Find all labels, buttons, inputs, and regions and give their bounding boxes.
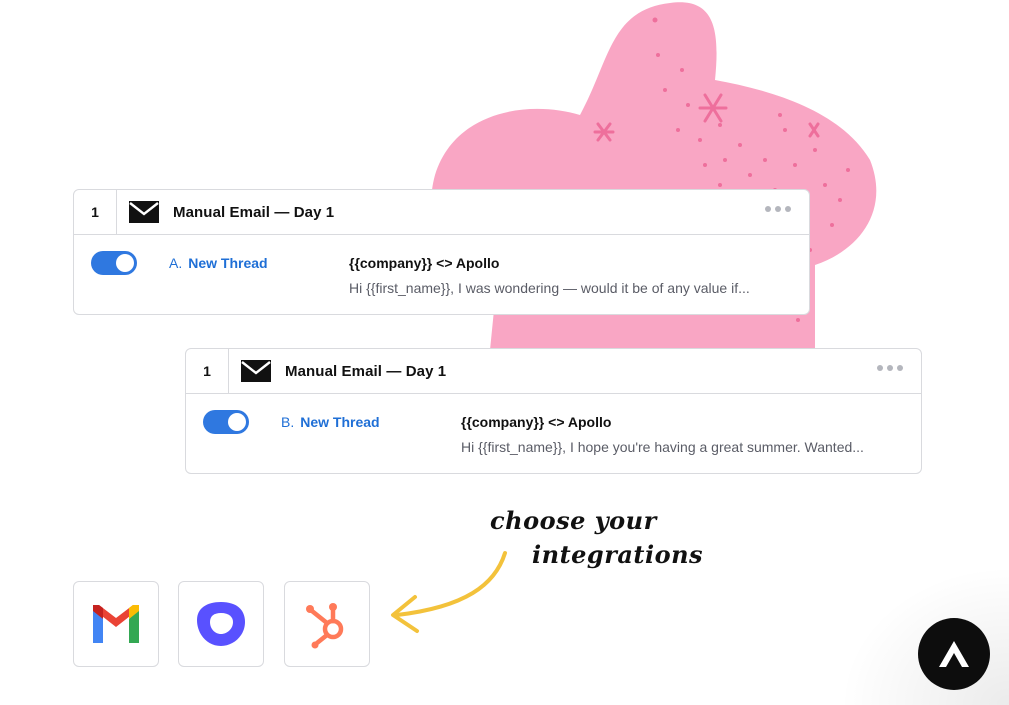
variant-link[interactable]: A. New Thread (169, 255, 268, 271)
variant-link[interactable]: B. New Thread (281, 414, 380, 430)
card-header: 1 Manual Email — Day 1 (186, 349, 921, 394)
variant-label: New Thread (300, 414, 380, 430)
email-preview: Hi {{first_name}}, I was wondering — wou… (349, 280, 750, 296)
mail-icon (129, 201, 159, 223)
apollo-logo-button[interactable] (918, 618, 990, 690)
annotation-line-2: integrations (532, 540, 704, 569)
variant-toggle[interactable] (91, 251, 137, 275)
email-subject: {{company}} <> Apollo (461, 414, 612, 430)
sequence-step-card-a[interactable]: 1 Manual Email — Day 1 A. New Thread {{c… (73, 189, 810, 315)
step-number: 1 (186, 349, 229, 393)
variant-letter: B. (281, 414, 295, 430)
sequence-step-card-b[interactable]: 1 Manual Email — Day 1 B. New Thread {{c… (185, 348, 922, 474)
card-header: 1 Manual Email — Day 1 (74, 190, 809, 235)
more-options-icon[interactable] (877, 365, 903, 371)
hubspot-icon (306, 603, 344, 649)
gmail-icon (93, 605, 139, 643)
mail-icon (241, 360, 271, 382)
card-title: Manual Email — Day 1 (285, 362, 447, 380)
outreach-integration-button[interactable] (178, 581, 264, 667)
variant-letter: A. (169, 255, 183, 271)
outreach-icon (197, 602, 245, 646)
annotation-line-1: choose your (490, 506, 657, 535)
gmail-integration-button[interactable] (73, 581, 159, 667)
variant-toggle[interactable] (203, 410, 249, 434)
arrow-icon (391, 551, 507, 633)
email-preview: Hi {{first_name}}, I hope you're having … (461, 439, 864, 455)
step-number: 1 (74, 190, 117, 234)
card-title: Manual Email — Day 1 (173, 203, 335, 221)
apollo-logo-icon (939, 641, 969, 667)
hubspot-integration-button[interactable] (284, 581, 370, 667)
email-subject: {{company}} <> Apollo (349, 255, 500, 271)
more-options-icon[interactable] (765, 206, 791, 212)
variant-label: New Thread (188, 255, 268, 271)
